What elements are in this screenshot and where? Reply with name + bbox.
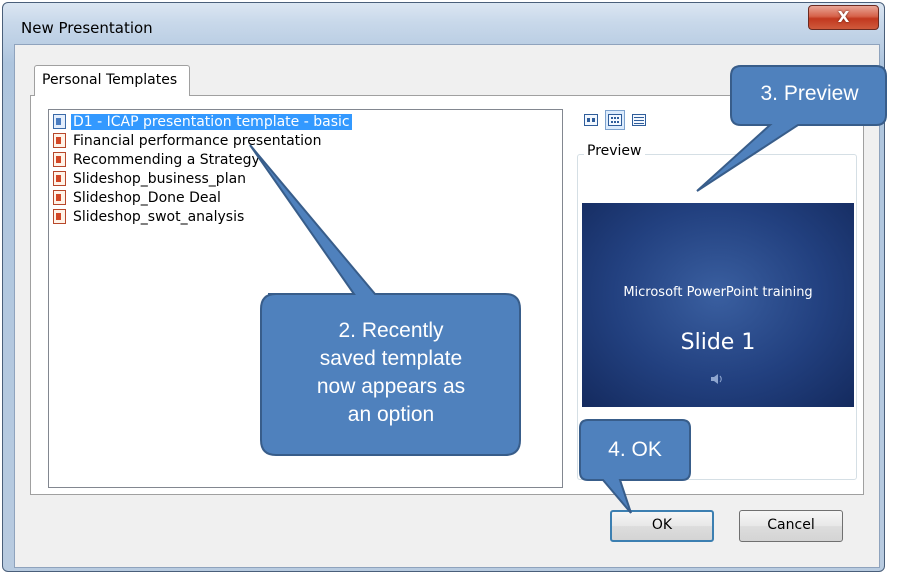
callout-ok-text: 4. OK [608,438,662,461]
callout-template-line: 2. Recently [338,319,444,342]
callout-ok-shape [579,419,691,514]
callout-template-line: saved template [319,347,463,370]
callout-template-line: now appears as [316,375,466,398]
callout-preview-text: 3. Preview [760,82,859,105]
callout-template-text: 2. Recently saved template now appears a… [266,317,516,429]
callout-template-line: an option [347,403,435,426]
